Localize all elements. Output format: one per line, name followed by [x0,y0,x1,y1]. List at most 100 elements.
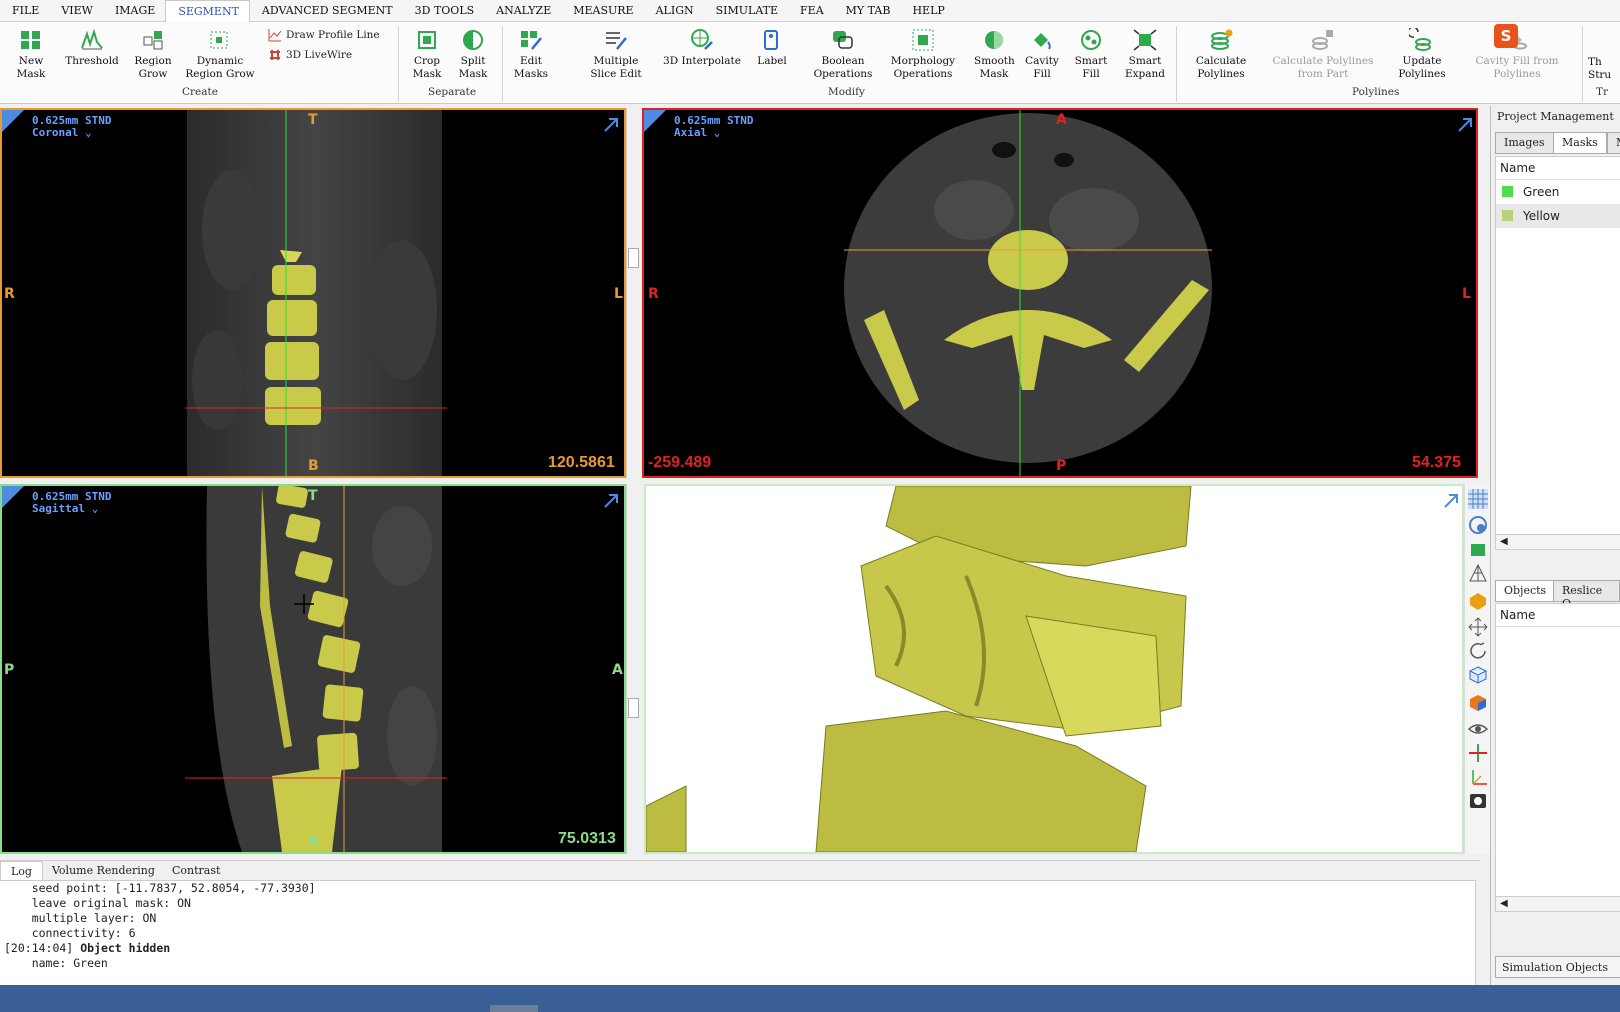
new-mask-icon [21,31,40,49]
region-grow-icon [143,31,163,50]
pan-icon[interactable] [1467,616,1489,638]
orientation-top: T [308,488,318,504]
scroll-left-icon[interactable]: ◀ [1500,536,1508,547]
column-header-name: Name [1496,157,1620,180]
coronal-viewport[interactable]: 0.625mm STND Coronal ⌄ T B R L 120.5861 [0,108,626,478]
tab-meshes[interactable]: Me [1607,132,1620,154]
cube-icon[interactable] [1467,664,1489,686]
tab-objects[interactable]: Objects [1495,580,1556,602]
sagittal-scrollbar[interactable] [626,484,640,854]
axial-viewport[interactable]: 0.625mm STND Axial ⌄ A P R L -259.489 54… [642,108,1478,478]
dynamic-region-grow-button[interactable]: Dynamic Region Grow [178,28,262,81]
menu-help[interactable]: HELP [900,0,954,22]
smart-expand-button[interactable]: Smart Expand [1124,28,1166,81]
tab-masks[interactable]: Masks [1553,132,1607,154]
scroll-thumb[interactable] [628,698,639,718]
orientation-top: T [308,112,318,128]
multiple-slice-edit-button[interactable]: Multiple Slice Edit [584,28,648,81]
screenshot-icon[interactable] [1467,790,1489,812]
menu-view[interactable]: VIEW [49,0,103,22]
tab-volume-rendering[interactable]: Volume Rendering [52,864,155,877]
tab-log[interactable]: Log [0,861,43,881]
3d-toolbar [1464,484,1490,854]
menu-align[interactable]: ALIGN [644,0,704,22]
split-mask-button[interactable]: Split Mask [454,28,492,81]
crosshair-icon[interactable] [1467,742,1489,764]
menu-my-tab[interactable]: MY TAB [834,0,901,22]
sagittal-viewport[interactable]: 0.625mm STND Sagittal ⌄ T B P A 75.0313 [0,484,626,854]
morphology-operations-button[interactable]: Morphology Operations [886,28,960,81]
project-management-panel: Project Management Images Masks Me Name … [1490,106,1620,985]
maximize-icon[interactable] [602,492,620,510]
eye-icon[interactable] [1467,718,1489,740]
new-mask-button[interactable]: New Mask [12,28,50,81]
tab-contrast[interactable]: Contrast [172,864,220,877]
threshold-button[interactable]: Threshold [64,28,120,68]
group-tr-label: Tr [1596,86,1609,98]
orientation-right: L [614,286,623,302]
view-selector[interactable]: Coronal ⌄ [32,126,92,139]
polyhedron-icon[interactable] [1467,590,1489,612]
group-create-label: Create [182,86,218,98]
update-polylines-button[interactable]: Update Polylines [1392,28,1452,81]
orientation-bottom: B [308,834,319,850]
menu-fea[interactable]: FEA [788,0,834,22]
menu-3d-tools[interactable]: 3D TOOLS [403,0,485,22]
view-selector[interactable]: Axial ⌄ [674,126,720,139]
maximize-icon[interactable] [1442,492,1460,510]
label-button[interactable]: Label [754,28,790,68]
3d-interpolate-button[interactable]: 3D Interpolate [660,28,744,68]
horizontal-scrollbar[interactable]: ◀ [1495,534,1620,550]
scroll-thumb[interactable] [628,248,639,268]
log-line: leave original mask: ON [4,896,191,910]
edit-masks-button[interactable]: Edit Masks [512,28,550,81]
region-grow-button[interactable]: Region Grow [132,28,174,81]
menu-measure[interactable]: MEASURE [561,0,643,22]
log-line: name: Green [4,956,108,970]
menu-analyze[interactable]: ANALYZE [484,0,561,22]
tab-images[interactable]: Images [1495,132,1554,154]
menu-segment[interactable]: SEGMENT [165,0,250,22]
menu-advanced-segment[interactable]: ADVANCED SEGMENT [250,0,403,22]
cavity-fill-button[interactable]: Cavity Fill [1022,28,1062,81]
rotate-icon[interactable] [1467,640,1489,662]
axes-icon[interactable] [1467,766,1489,788]
horizontal-scrollbar[interactable]: ◀ [1495,896,1620,912]
tab-reslice-objects[interactable]: Reslice O [1553,580,1620,610]
profile-line-icon [268,29,282,42]
3d-viewport[interactable] [644,484,1464,854]
draw-profile-line-button[interactable]: Draw Profile Line [268,28,380,42]
calculate-polylines-from-part-button[interactable]: Calculate Polylines from Part [1260,28,1386,81]
maximize-icon[interactable] [602,116,620,134]
menu-simulate[interactable]: SIMULATE [704,0,788,22]
mask-row-green[interactable]: Green [1496,180,1620,204]
crop-mask-button[interactable]: Crop Mask [408,28,446,81]
coronal-scrollbar[interactable] [626,108,640,478]
scroll-left-icon[interactable]: ◀ [1500,898,1508,909]
mask-row-yellow[interactable]: Yellow [1496,204,1620,228]
menu-file[interactable]: FILE [0,0,49,22]
maximize-icon[interactable] [1456,116,1474,134]
interpolate-icon [691,29,713,50]
ime-logo[interactable]: S [1494,24,1518,48]
orientation-bottom: B [308,458,319,474]
grid-icon[interactable] [1467,488,1489,510]
smooth-mask-button[interactable]: Smooth Mask [974,28,1015,81]
livewire-button[interactable]: 3D LiveWire [268,48,352,62]
box-icon[interactable] [1467,538,1489,560]
mesh-icon[interactable] [1467,562,1489,584]
color-cube-icon[interactable] [1467,692,1489,714]
simulation-objects-button[interactable]: Simulation Objects [1495,956,1620,978]
thin-structure-button[interactable]: Th Stru [1588,56,1620,82]
multiple-slice-edit-icon [606,32,627,50]
boolean-icon [833,31,853,49]
log-scrollbar[interactable] [1475,880,1489,985]
view-selector[interactable]: Sagittal ⌄ [32,502,98,515]
smart-fill-button[interactable]: Smart Fill [1072,28,1110,81]
sphere-icon[interactable] [1467,514,1489,536]
calculate-polylines-button[interactable]: Calculate Polylines [1186,28,1256,81]
menu-image[interactable]: IMAGE [103,0,165,22]
orientation-bottom: P [1056,458,1067,474]
boolean-operations-button[interactable]: Boolean Operations [810,28,876,81]
3d-spine-render [646,486,1192,852]
